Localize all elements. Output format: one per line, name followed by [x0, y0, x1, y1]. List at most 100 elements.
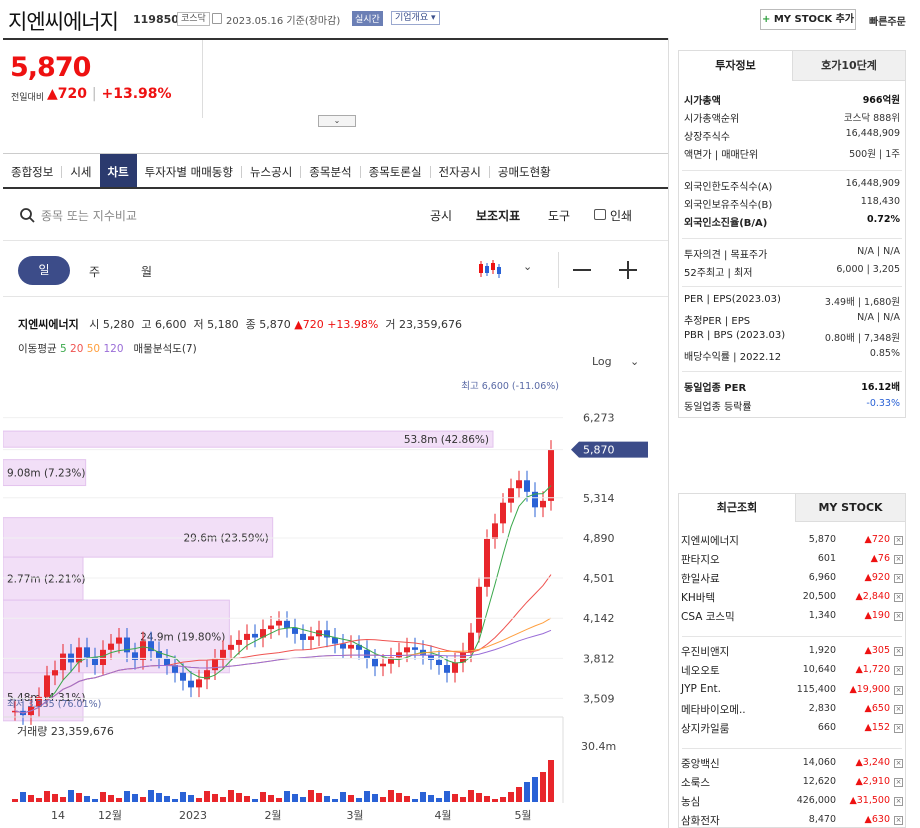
search-icon[interactable] — [19, 207, 35, 223]
recent-stock-price: 14,060 — [802, 757, 836, 768]
period-month-button[interactable]: 월 — [141, 263, 152, 280]
remove-recent-icon[interactable]: × — [894, 612, 903, 621]
tab-0[interactable]: 종합정보 — [3, 154, 61, 187]
print-icon[interactable] — [594, 209, 606, 220]
y-tick-label: 4,142 — [583, 612, 615, 625]
tab-8[interactable]: 공매도현황 — [490, 154, 559, 187]
print-button[interactable]: 인쇄 — [610, 207, 632, 224]
moving-average-legend[interactable]: 이동평균 5 20 50 120 매물분석도(7) — [18, 341, 197, 356]
info-value: N/A | N/A — [857, 312, 900, 323]
price-chart[interactable]: 53.8m (42.86%)9.08m (7.23%)29.6m (23.59%… — [3, 375, 665, 825]
ohlc-change: ▲720 — [294, 318, 324, 331]
volume-axis-label: 30.4m — [581, 740, 616, 753]
recent-stock-name[interactable]: 우진비앤지 — [681, 644, 729, 659]
plus-icon: + — [761, 14, 771, 25]
recent-stock-name[interactable]: 소룩스 — [681, 775, 710, 790]
recent-stock-name[interactable]: 네오오토 — [681, 663, 720, 678]
tab-my-stock[interactable]: MY STOCK — [795, 494, 905, 522]
tab-3[interactable]: 투자자별 매매동향 — [137, 154, 241, 187]
recent-stock-change: ▲152 — [836, 722, 890, 733]
tab-investment-info[interactable]: 투자정보 — [679, 51, 792, 81]
candle-body — [180, 672, 186, 681]
remove-recent-icon[interactable]: × — [894, 686, 903, 695]
remove-recent-icon[interactable]: × — [894, 705, 903, 714]
change-value: 3,240 — [862, 757, 890, 768]
recent-stock-name[interactable]: 한일사료 — [681, 571, 720, 586]
compare-search-input[interactable]: 종목 또는 지수비교 — [41, 207, 137, 224]
tab-6[interactable]: 종목토론실 — [361, 154, 430, 187]
recent-stock-name[interactable]: 판타지오 — [681, 552, 720, 567]
chevron-down-icon[interactable]: ⌄ — [630, 355, 639, 368]
volume-bar — [356, 798, 362, 802]
info-value: 0.85% — [869, 348, 900, 359]
indicator-button[interactable]: 보조지표 — [476, 207, 520, 224]
remove-recent-icon[interactable]: × — [894, 536, 903, 545]
recent-stock-name[interactable]: 지엔씨에너지 — [681, 533, 739, 548]
up-triangle-icon: ▲ — [864, 645, 872, 656]
candle-body — [140, 641, 146, 660]
tools-button[interactable]: 도구 — [548, 207, 570, 224]
remove-recent-icon[interactable]: × — [894, 647, 903, 656]
tab-1[interactable]: 시세 — [62, 154, 99, 187]
remove-recent-icon[interactable]: × — [894, 555, 903, 564]
tab-5[interactable]: 종목분석 — [301, 154, 359, 187]
recent-stock-name[interactable]: 농심 — [681, 794, 700, 809]
company-overview-dropdown[interactable]: 기업개요 ▾ — [391, 11, 440, 25]
tab-2[interactable]: 차트 — [99, 154, 137, 187]
log-scale-toggle[interactable]: Log — [592, 355, 612, 368]
volume-bar — [228, 790, 234, 802]
candle-body — [476, 586, 482, 633]
zoom-in-icon[interactable] — [619, 261, 637, 279]
high-label: 고 — [141, 318, 152, 331]
recent-stock-name[interactable]: 중앙백신 — [681, 756, 720, 771]
candle-body — [412, 647, 418, 650]
collapse-toggle[interactable]: ⌄ — [318, 115, 356, 127]
divider — [558, 252, 559, 288]
remove-recent-icon[interactable]: × — [894, 666, 903, 675]
candle-body — [372, 658, 378, 667]
remove-recent-icon[interactable]: × — [894, 574, 903, 583]
tab-order-book[interactable]: 호가10단계 — [792, 51, 905, 81]
recent-stock-name[interactable]: CSA 코스믹 — [681, 609, 735, 624]
volume-bar — [180, 792, 186, 802]
low-label: 저 — [193, 318, 204, 331]
remove-recent-icon[interactable]: × — [894, 759, 903, 768]
recent-stock-change: ▲920 — [836, 572, 890, 583]
recent-stock-name[interactable]: 상지카일룸 — [681, 721, 729, 736]
stock-code: 119850 — [133, 13, 179, 26]
remove-recent-icon[interactable]: × — [894, 593, 903, 602]
volume-bar — [244, 796, 250, 802]
period-day-button[interactable]: 일 — [18, 256, 70, 285]
recent-stock-name[interactable]: JYP Ent. — [681, 683, 721, 695]
up-triangle-icon: ▲ — [864, 572, 872, 583]
remove-recent-icon[interactable]: × — [894, 724, 903, 733]
recent-stock-name[interactable]: 메타바이오메.. — [681, 702, 746, 717]
x-tick-label: 14 — [51, 809, 65, 822]
zoom-out-icon[interactable] — [573, 269, 591, 271]
volume-bar — [532, 777, 538, 802]
remove-recent-icon[interactable]: × — [894, 778, 903, 787]
realtime-badge[interactable]: 실시간 — [352, 11, 383, 26]
disclosure-button[interactable]: 공시 — [430, 207, 452, 224]
volume-bar — [172, 799, 178, 802]
volume-bar — [548, 760, 554, 802]
chevron-down-icon[interactable]: ⌄ — [523, 260, 532, 273]
candle-body — [292, 627, 298, 634]
up-triangle-icon: ▲ — [47, 86, 58, 102]
info-value: 0.72% — [867, 214, 900, 225]
add-my-stock-button[interactable]: + MY STOCK 추가 — [760, 9, 856, 30]
period-week-button[interactable]: 주 — [89, 263, 100, 280]
tab-4[interactable]: 뉴스공시 — [242, 154, 300, 187]
remove-recent-icon[interactable]: × — [894, 816, 903, 825]
quick-order-link[interactable]: 빠른주문 — [869, 13, 906, 28]
candlestick-type-icon[interactable] — [478, 258, 506, 280]
candle-body — [76, 647, 82, 663]
candle-body — [380, 663, 386, 667]
tab-7[interactable]: 전자공시 — [431, 154, 489, 187]
recent-stock-name[interactable]: KH바텍 — [681, 590, 715, 605]
candle-body — [228, 644, 234, 650]
candle-body — [540, 500, 546, 508]
tab-recent-view[interactable]: 최근조회 — [679, 494, 795, 522]
remove-recent-icon[interactable]: × — [894, 797, 903, 806]
recent-stock-name[interactable]: 삼화전자 — [681, 813, 720, 828]
